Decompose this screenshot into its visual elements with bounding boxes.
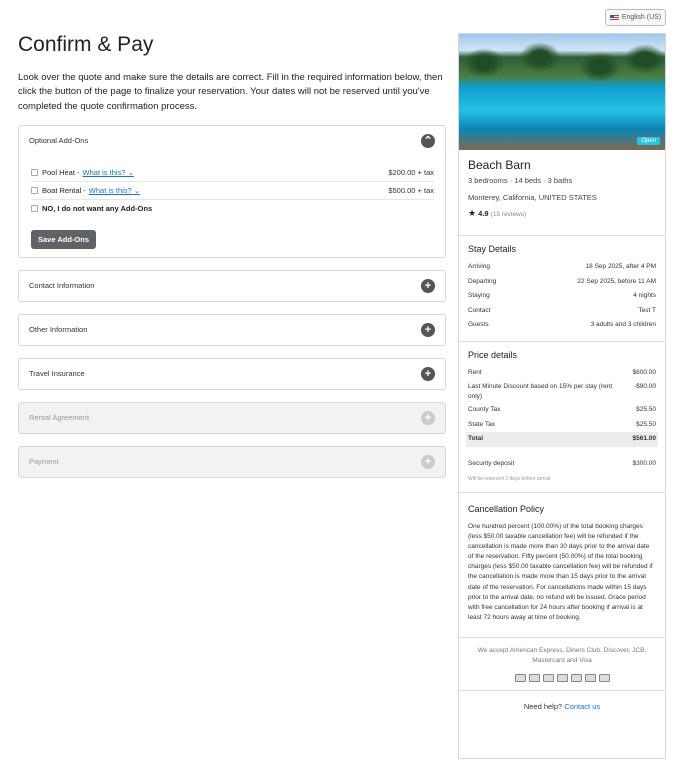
rental-agreement-section: Rental Agreement +: [18, 401, 446, 434]
addon-label: Boat Rental -: [42, 185, 86, 195]
addon-checkbox[interactable]: [31, 168, 38, 176]
jcb-icon: [556, 673, 568, 682]
page-title: Confirm & Pay: [18, 33, 154, 56]
contact-information-section[interactable]: Contact Information +: [18, 269, 446, 302]
total-row: Total $561.00: [466, 432, 658, 447]
security-deposit-row: Security deposit $300.00: [468, 459, 656, 467]
cancellation-text: One hundred percent (100.00%) of the tot…: [468, 523, 653, 621]
section-title: Rental Agreement: [29, 413, 90, 423]
plus-icon: +: [421, 454, 435, 469]
plus-icon[interactable]: +: [421, 322, 435, 337]
addon-label: Pool Heat -: [42, 167, 80, 177]
section-title: Payment: [29, 457, 59, 467]
addon-price: $500.00 + tax: [388, 185, 434, 195]
property-rating: ★ 4.9 (15 reviews): [468, 208, 527, 218]
contact-us-link[interactable]: Contact us: [564, 702, 600, 711]
save-addons-button[interactable]: Save Add-Ons: [31, 229, 96, 249]
visa-icon: [598, 673, 610, 682]
chevron-down-icon: ⌄: [133, 185, 141, 195]
addon-row: Pool Heat - What is this? ⌄ $200.00 + ta…: [31, 164, 434, 182]
accepted-payments-text: We accept American Express, Diners Club,…: [477, 646, 647, 664]
discover-icon: [542, 673, 554, 682]
language-label: English (US): [621, 14, 662, 21]
section-title: Other Information: [29, 325, 88, 335]
chevron-down-icon: ⌄: [127, 167, 134, 177]
star-icon: ★: [468, 208, 477, 218]
property-info: Beach Barn 3 bedrooms · 14 beds · 3 bath…: [459, 150, 665, 236]
cancellation-title: Cancellation Policy: [468, 504, 545, 514]
payment-section: Payment +: [18, 445, 446, 478]
main-column: Confirm & Pay Look over the quote and ma…: [18, 33, 446, 490]
cancellation-policy: Cancellation Policy One hundred percent …: [459, 493, 665, 638]
diners-icon: [528, 673, 540, 682]
no-addons-checkbox[interactable]: [31, 205, 38, 213]
price-details-title: Price details: [468, 349, 518, 360]
no-addons-row: NO, I do not want any Add-Ons: [31, 200, 434, 218]
stay-details-title: Stay Details: [468, 244, 517, 254]
help-line: Need help? Contact us: [523, 701, 601, 711]
plus-icon[interactable]: +: [421, 366, 435, 381]
booking-summary: Open Beach Barn 3 bedrooms · 14 beds · 3…: [458, 33, 666, 759]
addon-checkbox[interactable]: [31, 186, 38, 194]
price-details: Price details Rent $600.00 Last Minute Di…: [459, 342, 665, 493]
us-flag-icon: [609, 14, 619, 21]
generic-card-icon: [570, 673, 582, 682]
chevron-up-icon[interactable]: ⌃: [421, 133, 435, 148]
other-information-section[interactable]: Other Information +: [18, 313, 446, 346]
plus-icon[interactable]: +: [421, 278, 435, 293]
review-count: (15 reviews): [490, 211, 527, 218]
travel-insurance-section[interactable]: Travel Insurance +: [18, 357, 446, 390]
accepted-payments: We accept American Express, Diners Club,…: [459, 638, 665, 691]
section-title: Travel Insurance: [29, 369, 85, 379]
addon-price: $200.00 + tax: [388, 167, 434, 177]
what-is-this-link[interactable]: What is this? ⌄: [89, 186, 140, 195]
intro-text: Look over the quote and make sure the de…: [18, 72, 443, 112]
property-location: Monterey, California, UNITED STATES: [468, 193, 597, 202]
deposit-note: Will be reserved 2 days before arrival: [468, 476, 551, 482]
mastercard-icon: [584, 673, 596, 682]
property-photo: Open: [459, 34, 665, 150]
addons-header[interactable]: Optional Add-Ons ⌃: [19, 126, 445, 156]
open-badge: Open: [637, 137, 660, 145]
no-addons-label: NO, I do not want any Add-Ons: [42, 204, 153, 214]
property-meta: 3 bedrooms · 14 beds · 3 baths: [468, 176, 573, 185]
section-title: Contact Information: [29, 281, 95, 291]
language-selector[interactable]: English (US): [605, 9, 666, 26]
addons-card: Optional Add-Ons ⌃ Pool Heat - What is t…: [18, 124, 446, 258]
addons-title: Optional Add-Ons: [29, 136, 89, 146]
addon-row: Boat Rental - What is this? ⌄ $500.00 + …: [31, 182, 434, 200]
plus-icon: +: [421, 410, 435, 425]
stay-details: Stay Details Arriving 18 Sep 2025, after …: [459, 236, 665, 342]
property-name: Beach Barn: [468, 158, 531, 172]
what-is-this-link[interactable]: What is this? ⌄: [83, 168, 134, 177]
amex-icon: [514, 673, 526, 682]
